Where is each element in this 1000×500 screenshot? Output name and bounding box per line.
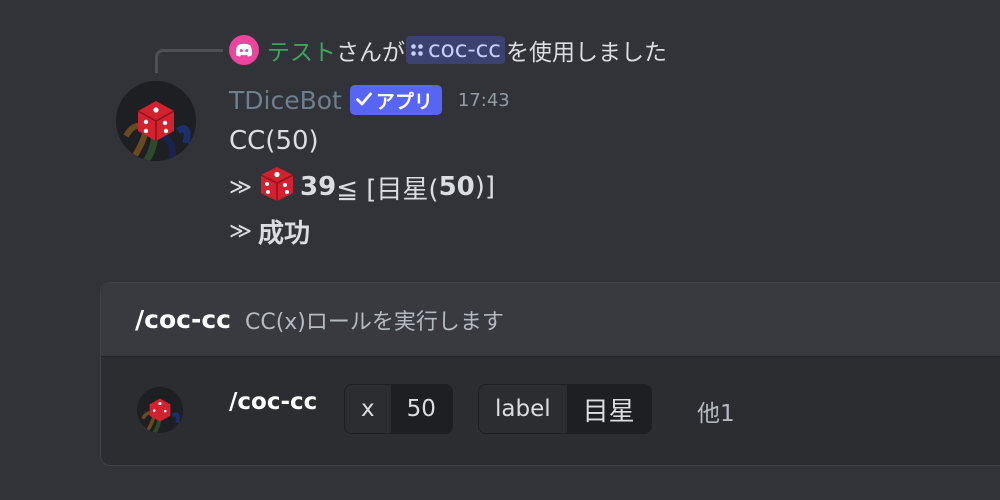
embed-command: /coc-cc bbox=[135, 305, 231, 334]
option-label-key: label bbox=[479, 385, 567, 433]
message-header: TDiceBot アプリ 17:43 bbox=[229, 84, 510, 116]
embed-avatar bbox=[137, 387, 183, 433]
reply-text-before: さんが bbox=[336, 40, 405, 66]
roll-value: 39 bbox=[300, 172, 337, 202]
command-mention-label: coc-cc bbox=[428, 37, 501, 63]
command-grid-icon bbox=[410, 37, 424, 63]
more-options[interactable]: 他1 bbox=[697, 394, 735, 428]
roll-result: 成功 bbox=[258, 219, 311, 249]
embed-header[interactable]: /coc-cc CC(x)ロールを実行します bbox=[101, 283, 1000, 357]
command-mention[interactable]: coc-cc bbox=[406, 36, 505, 64]
message-line-1: CC(50) bbox=[229, 126, 319, 156]
checkmark-icon bbox=[355, 89, 372, 111]
roll-comparison: ≦ [目星( bbox=[336, 174, 439, 205]
reply-row[interactable]: テスト さんが coc-cc を使用しました bbox=[229, 33, 667, 67]
embed-description: CC(x)ロールを実行します bbox=[244, 309, 504, 335]
message-timestamp[interactable]: 17:43 bbox=[458, 90, 510, 111]
app-tag: アプリ bbox=[349, 85, 442, 115]
option-label-value: 目星 bbox=[566, 385, 651, 433]
discord-icon bbox=[229, 35, 259, 65]
result-arrow-2: ≫ bbox=[229, 219, 253, 244]
roll-formula: CC(50) bbox=[229, 126, 319, 156]
option-x-key: x bbox=[345, 385, 391, 433]
command-embed: /coc-cc CC(x)ロールを実行します /coc-cc x 50 labe… bbox=[100, 282, 1000, 466]
reply-username[interactable]: テスト bbox=[267, 33, 336, 67]
result-arrow: ≫ bbox=[229, 174, 253, 200]
bot-avatar[interactable] bbox=[116, 81, 196, 161]
roll-target: 50 bbox=[438, 172, 475, 202]
option-label[interactable]: label 目星 bbox=[478, 384, 652, 434]
reply-spine bbox=[155, 49, 223, 73]
embed-body-command: /coc-cc bbox=[229, 389, 318, 415]
option-x[interactable]: x 50 bbox=[344, 384, 453, 434]
bot-username[interactable]: TDiceBot bbox=[229, 86, 342, 115]
app-tag-label: アプリ bbox=[375, 90, 433, 113]
reply-text-after: を使用しました bbox=[505, 40, 667, 66]
dice-icon bbox=[258, 165, 296, 210]
embed-body: /coc-cc x 50 label 目星 他1 bbox=[101, 357, 1000, 465]
message-line-2: ≫ 39 ≦ [目星( 50 )] bbox=[229, 165, 495, 209]
message-line-3: ≫ 成功 bbox=[229, 213, 310, 250]
roll-close: )] bbox=[474, 172, 496, 202]
option-x-value: 50 bbox=[390, 385, 452, 433]
